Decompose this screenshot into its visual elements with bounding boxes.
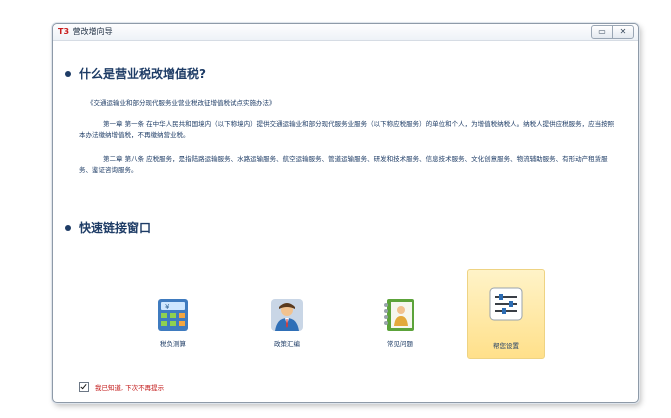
quicklink-label: 税负测算 — [160, 340, 186, 348]
svg-text:¥: ¥ — [165, 303, 170, 311]
bullet-icon — [65, 224, 71, 231]
section-heading-vat-text: 什么是营业税改增值税? — [79, 67, 206, 81]
window-content: 什么是营业税改增值税? 《交通运输业和部分现代服务业营业税改征增值税试点实施办法… — [53, 41, 638, 402]
quicklink-setup-help[interactable]: 帮您设置 — [467, 269, 545, 359]
brand-logo: T3 — [58, 27, 70, 36]
section-heading-quicklinks-text: 快速链接窗口 — [79, 221, 152, 235]
title-bar[interactable]: T3 营改增向导 ▭ ✕ — [53, 24, 638, 41]
window-title-text: 营改增向导 — [72, 27, 113, 36]
window-title: T3 营改增向导 — [58, 26, 113, 37]
minimize-icon: ▭ — [598, 27, 606, 36]
section-heading-vat: 什么是营业税改增值税? — [65, 65, 206, 82]
minimize-button[interactable]: ▭ — [591, 25, 613, 39]
person-book-icon — [271, 299, 303, 331]
quicklink-tax-calculation[interactable]: ¥ 税负测算 — [135, 287, 211, 359]
quicklink-faq[interactable]: 常见问题 — [362, 287, 438, 359]
quicklink-label: 政策汇编 — [274, 340, 300, 348]
calculator-icon: ¥ — [158, 299, 188, 331]
bullet-icon — [65, 70, 71, 77]
close-button[interactable]: ✕ — [612, 25, 634, 39]
regulation-paragraph-1: 第一章 第一条 在中华人民共和国境内（以下称境内）提供交通运输业和部分现代服务业… — [79, 120, 615, 139]
regulation-title: 《交通运输业和部分现代服务业营业税改征增值税试点实施办法》 — [87, 99, 276, 107]
notebook-person-icon — [384, 299, 414, 331]
close-icon: ✕ — [619, 27, 627, 36]
regulation-paragraph-2: 第二章 第八条 应税服务，是指陆路运输服务、水路运输服务、航空运输服务、管道运输… — [79, 155, 608, 174]
quicklink-label: 常见问题 — [387, 340, 413, 348]
window-controls: ▭ ✕ — [591, 25, 634, 39]
quicklink-label: 帮您设置 — [493, 342, 519, 350]
dont-show-again[interactable]: 我已知道, 下次不再提示 — [79, 382, 164, 392]
settings-sliders-icon — [489, 287, 523, 321]
quicklink-policy-compilation[interactable]: 政策汇编 — [249, 287, 325, 359]
section-heading-quicklinks: 快速链接窗口 — [65, 219, 151, 236]
wizard-window: T3 营改增向导 ▭ ✕ 什么是营业税改增值税? 《交通运输业和部分现代服务业营… — [52, 23, 639, 403]
dont-show-again-checkbox[interactable] — [79, 382, 89, 392]
dont-show-again-label: 我已知道, 下次不再提示 — [95, 384, 165, 392]
